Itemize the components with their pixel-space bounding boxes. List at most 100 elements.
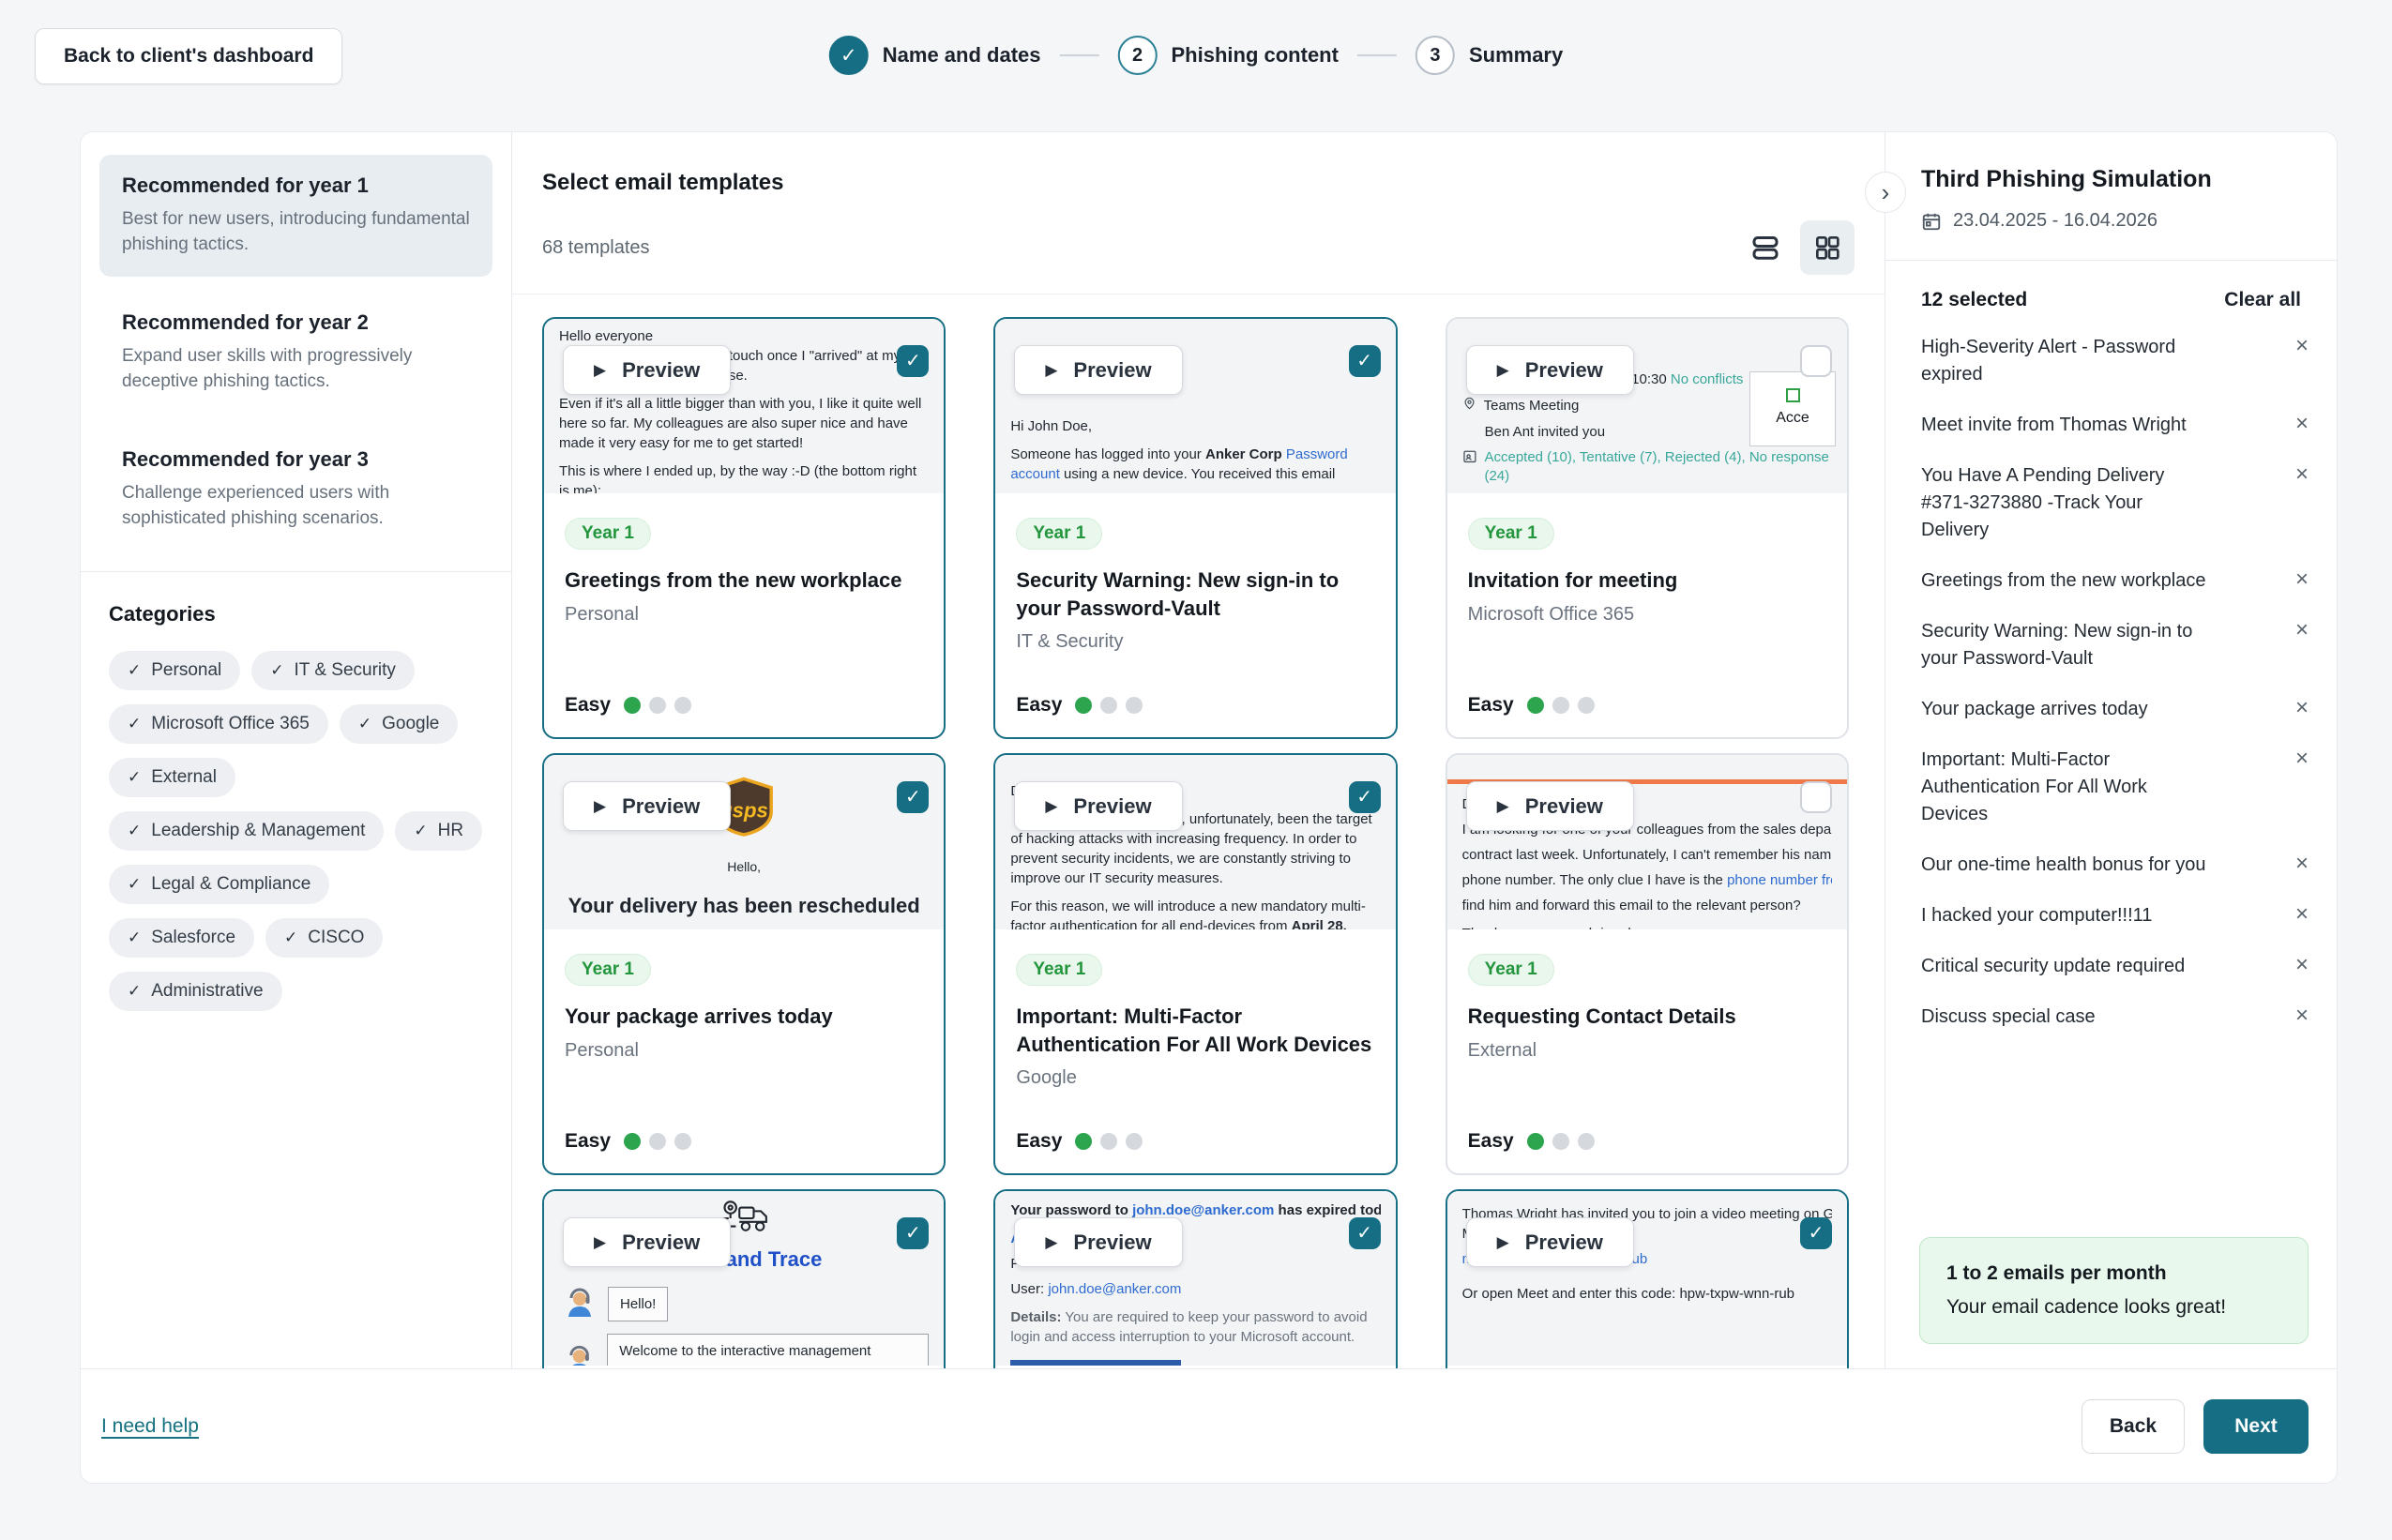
category-chip-label: Leadership & Management [151, 821, 365, 841]
preview-button[interactable]: ▶Preview [1466, 345, 1634, 395]
remove-template-button[interactable]: × [2295, 1004, 2309, 1031]
category-chip[interactable]: ✓ IT & Security [251, 651, 415, 690]
clear-all-button[interactable]: Clear all [2224, 289, 2301, 311]
preview-button[interactable]: ▶Preview [1014, 1217, 1182, 1267]
check-icon: ✓ [128, 929, 141, 947]
template-checkbox-checked[interactable]: ✓ [1349, 1217, 1381, 1249]
remove-template-button[interactable]: × [2295, 462, 2309, 544]
template-category: Personal [565, 1040, 923, 1062]
step-name-and-dates[interactable]: ✓ Name and dates [829, 36, 1041, 75]
preview-button[interactable]: ▶Preview [1014, 345, 1182, 395]
template-checkbox-checked[interactable]: ✓ [1349, 345, 1381, 377]
category-chip[interactable]: ✓ Salesforce [109, 918, 254, 958]
template-card-meeting-invitation[interactable]: o 10:30 No conflicts Teams Meeting Ben A… [1446, 317, 1849, 739]
category-chip-label: IT & Security [295, 660, 396, 681]
play-icon: ▶ [594, 797, 606, 816]
step-phishing-content[interactable]: 2 Phishing content [1118, 36, 1339, 75]
list-view-button[interactable] [1738, 220, 1793, 275]
category-chip[interactable]: ✓ Leadership & Management [109, 811, 384, 851]
next-button[interactable]: Next [2203, 1399, 2309, 1454]
template-category: IT & Security [1016, 631, 1374, 653]
template-checkbox-checked[interactable]: ✓ [897, 1217, 929, 1249]
step-summary[interactable]: 3 Summary [1416, 36, 1563, 75]
help-link[interactable]: I need help [101, 1415, 199, 1438]
templates-grid-scroll[interactable]: Hello everyone in touch once I "arrived"… [512, 294, 1885, 1368]
selected-template-name: Discuss special case [1921, 1004, 2214, 1031]
collapse-panel-button[interactable]: › [1865, 172, 1906, 213]
preview-button[interactable]: ▶Preview [1466, 1217, 1634, 1267]
templates-section: Select email templates 68 templates [512, 132, 1885, 1368]
cadence-text: Your email cadence looks great! [1946, 1296, 2281, 1319]
template-checkbox-unchecked[interactable] [1800, 345, 1832, 377]
category-chip-label: Legal & Compliance [151, 874, 310, 895]
difficulty-dot-active [1075, 697, 1092, 714]
support-agent-avatar [563, 1344, 596, 1366]
difficulty-dot [1126, 697, 1143, 714]
template-card-password-expired[interactable]: Your password to john.doe@anker.com has … [993, 1189, 1397, 1368]
remove-template-button[interactable]: × [2295, 567, 2309, 595]
category-chip[interactable]: ✓ Administrative [109, 972, 282, 1011]
remove-template-button[interactable]: × [2295, 618, 2309, 672]
grid-view-button[interactable] [1800, 220, 1855, 275]
chat-bubble: Welcome to the interactive management sy… [607, 1334, 929, 1366]
remove-template-button[interactable]: × [2295, 334, 2309, 388]
preview-button[interactable]: ▶Preview [563, 1217, 731, 1267]
template-checkbox-checked[interactable]: ✓ [1349, 781, 1381, 813]
selected-template-name: Your package arrives today [1921, 696, 2214, 723]
category-chip[interactable]: ✓ External [109, 758, 235, 797]
template-title: Invitation for meeting [1468, 566, 1826, 595]
keep-password-button-mock: Keep password [1010, 1360, 1180, 1366]
template-card-mfa[interactable]: D has, unfortunately, been the target of… [993, 753, 1397, 1175]
remove-template-button[interactable]: × [2295, 412, 2309, 439]
recommendation-year-1[interactable]: Recommended for year 1 Best for new user… [99, 155, 492, 277]
remove-template-button[interactable]: × [2295, 902, 2309, 929]
back-to-dashboard-button[interactable]: Back to client's dashboard [35, 28, 342, 84]
template-card-google-meet[interactable]: Thomas Wright has invited you to join a … [1446, 1189, 1849, 1368]
category-chips: ✓ Personal ✓ IT & Security ✓ Micro [109, 651, 483, 1011]
back-button[interactable]: Back [2082, 1399, 2185, 1454]
check-icon: ✓ [1356, 784, 1372, 810]
preview-button[interactable]: ▶Preview [563, 781, 731, 831]
selected-template-row: High-Severity Alert - Password expired × [1921, 334, 2309, 388]
simulation-date-range: 23.04.2025 - 16.04.2026 [1953, 210, 2157, 232]
check-icon: ✓ [905, 784, 921, 810]
template-card-package-delivery[interactable]: usps Hello, Your delivery has been resch… [542, 753, 946, 1175]
check-icon: ✓ [414, 822, 427, 840]
difficulty-dot-active [624, 1133, 641, 1150]
remove-template-button[interactable]: × [2295, 696, 2309, 723]
template-title: Important: Multi-Factor Authentication F… [1016, 1003, 1374, 1058]
template-card-greetings[interactable]: Hello everyone in touch once I "arrived"… [542, 317, 946, 739]
category-chip[interactable]: ✓ Google [340, 704, 459, 744]
difficulty-indicator: Easy [565, 1130, 923, 1153]
category-chip[interactable]: ✓ Microsoft Office 365 [109, 704, 328, 744]
recommendation-description: Best for new users, introducing fundamen… [122, 207, 470, 258]
recommendation-year-2[interactable]: Recommended for year 2 Expand user skill… [99, 292, 492, 414]
selected-template-name: High-Severity Alert - Password expired [1921, 334, 2214, 388]
check-icon: ✓ [1356, 348, 1372, 374]
category-chip[interactable]: ✓ HR [395, 811, 482, 851]
accept-button-mock: Acce [1749, 371, 1836, 446]
template-card-contact-details[interactable]: D I am looking for one of your colleague… [1446, 753, 1849, 1175]
difficulty-dot-active [1075, 1133, 1092, 1150]
recommendation-year-3[interactable]: Recommended for year 3 Challenge experie… [99, 429, 492, 551]
remove-template-button[interactable]: × [2295, 747, 2309, 828]
template-card-track-and-trace[interactable]: Track and Trace Hello! Welcome to the in… [542, 1189, 946, 1368]
template-count: 68 templates [542, 237, 650, 259]
template-checkbox-checked[interactable]: ✓ [897, 345, 929, 377]
chevron-right-icon: › [1882, 178, 1890, 207]
check-icon: ✓ [358, 715, 371, 733]
template-card-security-warning[interactable]: Hi John Doe, Someone has logged into you… [993, 317, 1397, 739]
template-checkbox-checked[interactable]: ✓ [1800, 1217, 1832, 1249]
preview-button[interactable]: ▶Preview [563, 345, 731, 395]
remove-template-button[interactable]: × [2295, 852, 2309, 879]
category-chip[interactable]: ✓ Personal [109, 651, 240, 690]
template-checkbox-unchecked[interactable] [1800, 781, 1832, 813]
preview-button[interactable]: ▶Preview [1014, 781, 1182, 831]
year-badge: Year 1 [1468, 518, 1554, 550]
preview-button[interactable]: ▶Preview [1466, 781, 1634, 831]
category-chip[interactable]: ✓ Legal & Compliance [109, 865, 329, 904]
check-icon: ✓ [905, 348, 921, 374]
remove-template-button[interactable]: × [2295, 953, 2309, 980]
template-checkbox-checked[interactable]: ✓ [897, 781, 929, 813]
category-chip[interactable]: ✓ CISCO [265, 918, 383, 958]
